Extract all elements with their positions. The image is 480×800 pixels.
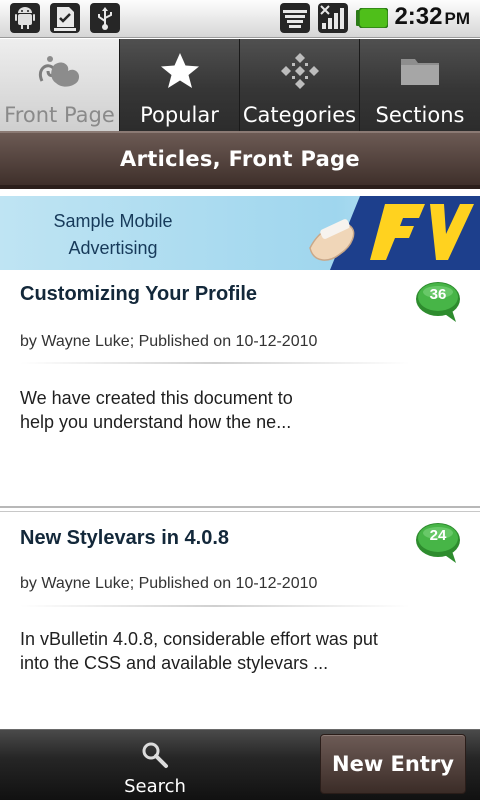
ad-graphic bbox=[309, 196, 480, 270]
tab-label: Front Page bbox=[4, 103, 115, 127]
tab-categories[interactable]: Categories bbox=[240, 39, 360, 131]
tab-bar: Front Page Popular Categories Sections bbox=[0, 39, 480, 131]
article-meta: by Wayne Luke; Published on 10-12-2010 bbox=[20, 333, 318, 350]
ad-banner[interactable]: Sample Mobile Advertising bbox=[0, 196, 480, 270]
comment-count-bubble[interactable]: 24 bbox=[416, 521, 462, 565]
tab-popular[interactable]: Popular bbox=[120, 39, 240, 131]
wifi-icon bbox=[280, 3, 310, 33]
comment-count: 36 bbox=[429, 286, 447, 303]
folder-icon bbox=[360, 51, 480, 91]
usb-icon bbox=[90, 3, 120, 33]
new-entry-button[interactable]: New Entry bbox=[320, 734, 466, 794]
android-icon bbox=[10, 3, 40, 33]
status-bar: 2:32 PM bbox=[0, 0, 480, 38]
divider bbox=[20, 605, 410, 607]
article-title[interactable]: New Stylevars in 4.0.8 bbox=[20, 527, 229, 550]
comment-count: 24 bbox=[429, 527, 447, 544]
article-excerpt: In vBulletin 4.0.8, considerable effort … bbox=[20, 627, 400, 675]
article-meta: by Wayne Luke; Published on 10-12-2010 bbox=[20, 575, 318, 592]
excerpt-line: help you understand how the ne... bbox=[20, 412, 292, 432]
ad-text: Sample Mobile Advertising bbox=[28, 208, 198, 262]
tab-label: Sections bbox=[375, 103, 465, 127]
battery-icon bbox=[356, 7, 389, 29]
new-entry-label: New Entry bbox=[332, 752, 454, 776]
ad-text-line: Advertising bbox=[68, 238, 158, 258]
download-complete-icon bbox=[50, 3, 80, 33]
article-excerpt: We have created this document to help yo… bbox=[20, 386, 340, 434]
article-title[interactable]: Customizing Your Profile bbox=[20, 283, 257, 306]
page-title: Articles, Front Page bbox=[120, 147, 360, 171]
excerpt-line: We have created this document to bbox=[20, 388, 293, 408]
article-card[interactable]: Customizing Your Profile 36 by Wayne Luk… bbox=[0, 270, 480, 508]
tab-label: Popular bbox=[140, 103, 219, 127]
tab-label: Categories bbox=[242, 103, 357, 127]
tab-sections[interactable]: Sections bbox=[360, 39, 480, 131]
clock: 2:32 PM bbox=[394, 3, 470, 30]
vbulletin-logo-icon bbox=[0, 51, 119, 91]
page-title-bar: Articles, Front Page bbox=[0, 131, 480, 189]
tab-front-page[interactable]: Front Page bbox=[0, 39, 120, 131]
search-button[interactable]: Search bbox=[100, 730, 210, 800]
excerpt-line: into the CSS and available stylevars ... bbox=[20, 653, 329, 673]
comment-count-bubble[interactable]: 36 bbox=[416, 280, 462, 324]
article-card[interactable]: New Stylevars in 4.0.8 24 by Wayne Luke;… bbox=[0, 511, 480, 729]
categories-icon bbox=[240, 51, 359, 91]
excerpt-line: In vBulletin 4.0.8, considerable effort … bbox=[20, 629, 378, 649]
ad-text-line: Sample Mobile bbox=[53, 211, 173, 231]
search-label: Search bbox=[124, 776, 186, 797]
signal-icon bbox=[318, 3, 348, 33]
divider bbox=[20, 362, 410, 364]
bottom-action-bar: Search New Entry bbox=[0, 729, 480, 800]
search-icon bbox=[140, 740, 170, 774]
star-icon bbox=[120, 51, 239, 91]
